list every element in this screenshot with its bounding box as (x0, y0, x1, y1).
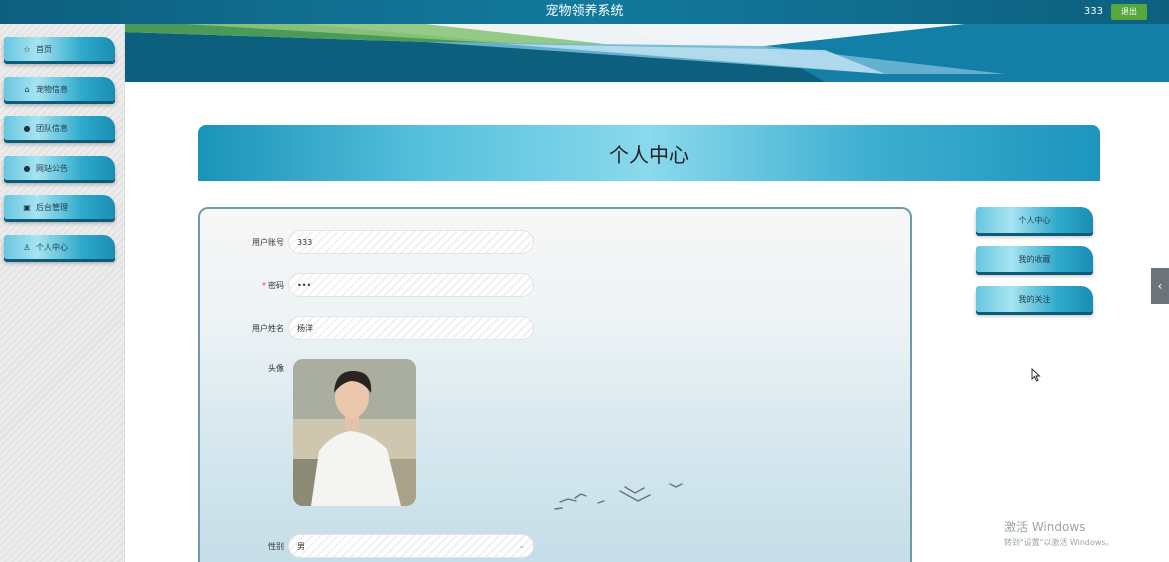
sidebar-item-admin[interactable]: ▣ 后台管理 (4, 195, 115, 219)
briefcase-icon: ▣ (23, 202, 31, 212)
sidebar-item-label: 团队信息 (36, 123, 68, 133)
account-label: 用户账号 (252, 237, 284, 247)
sidebar-item-label: 首页 (36, 44, 52, 54)
password-field[interactable]: ••• (288, 273, 534, 297)
avatar-row: 头像 (200, 363, 288, 374)
sidebar-item-pet-info[interactable]: ⌂ 宠物信息 (4, 77, 115, 101)
page-title: 个人中心 (198, 125, 1100, 181)
avatar-label: 头像 (268, 364, 284, 373)
sidebar-item-home[interactable]: ☆ 首页 (4, 37, 115, 61)
sidebar: ☆ 首页 ⌂ 宠物信息 ● 团队信息 ● 网站公告 ▣ 后台管理 ♙ 个人中心 (0, 24, 125, 562)
info-icon: ● (23, 123, 31, 133)
top-bar: 宠物领养系统 333 退出 (0, 0, 1169, 24)
profile-form: 用户账号 333 * 密码 ••• 用户姓名 杨洋 头像 性别 男 ⌄ (198, 207, 912, 562)
right-menu-favorites[interactable]: 我的收藏 (976, 246, 1093, 272)
sidebar-item-team-info[interactable]: ● 团队信息 (4, 116, 115, 140)
sidebar-item-label: 网站公告 (36, 163, 68, 173)
header-banner (125, 24, 1169, 82)
activation-watermark: 激活 Windows 转到"设置"以激活 Windows。 (1004, 518, 1114, 548)
watermark-line1: 激活 Windows (1004, 520, 1086, 534)
logout-button[interactable]: 退出 (1111, 4, 1147, 20)
avatar-image[interactable] (293, 359, 416, 506)
name-field[interactable]: 杨洋 (288, 316, 534, 340)
name-label: 用户姓名 (252, 323, 284, 333)
required-mark: * (262, 280, 266, 290)
current-username: 333 (1083, 6, 1103, 17)
home-icon: ⌂ (24, 84, 30, 94)
password-label-wrap: * 密码 (200, 280, 288, 291)
sidebar-item-label: 后台管理 (36, 202, 68, 212)
sidebar-item-label: 个人中心 (36, 242, 68, 252)
gender-select[interactable]: 男 ⌄ (288, 534, 534, 558)
chevron-left-icon[interactable]: ‹ (1151, 268, 1169, 304)
app-title: 宠物领养系统 (545, 4, 624, 19)
user-icon: ♙ (23, 242, 31, 252)
sidebar-item-label: 宠物信息 (36, 84, 68, 94)
sidebar-item-announcements[interactable]: ● 网站公告 (4, 156, 115, 180)
sidebar-item-profile[interactable]: ♙ 个人中心 (4, 235, 115, 259)
password-row: * 密码 ••• (200, 273, 534, 297)
mouse-cursor-icon (1031, 367, 1041, 386)
notice-icon: ● (23, 163, 31, 173)
banner-graphic (125, 24, 1169, 82)
gender-value: 男 (297, 541, 305, 551)
star-icon: ☆ (23, 44, 31, 54)
watermark-line2: 转到"设置"以激活 Windows。 (1004, 538, 1114, 547)
right-menu-profile[interactable]: 个人中心 (976, 207, 1093, 233)
account-field[interactable]: 333 (288, 230, 534, 254)
gender-label: 性别 (268, 541, 284, 551)
account-row: 用户账号 333 (200, 230, 534, 254)
password-label: 密码 (268, 280, 284, 290)
gender-row: 性别 男 ⌄ (200, 534, 534, 558)
chevron-down-icon: ⌄ (518, 541, 525, 550)
name-row: 用户姓名 杨洋 (200, 316, 534, 340)
right-menu-following[interactable]: 我的关注 (976, 286, 1093, 312)
